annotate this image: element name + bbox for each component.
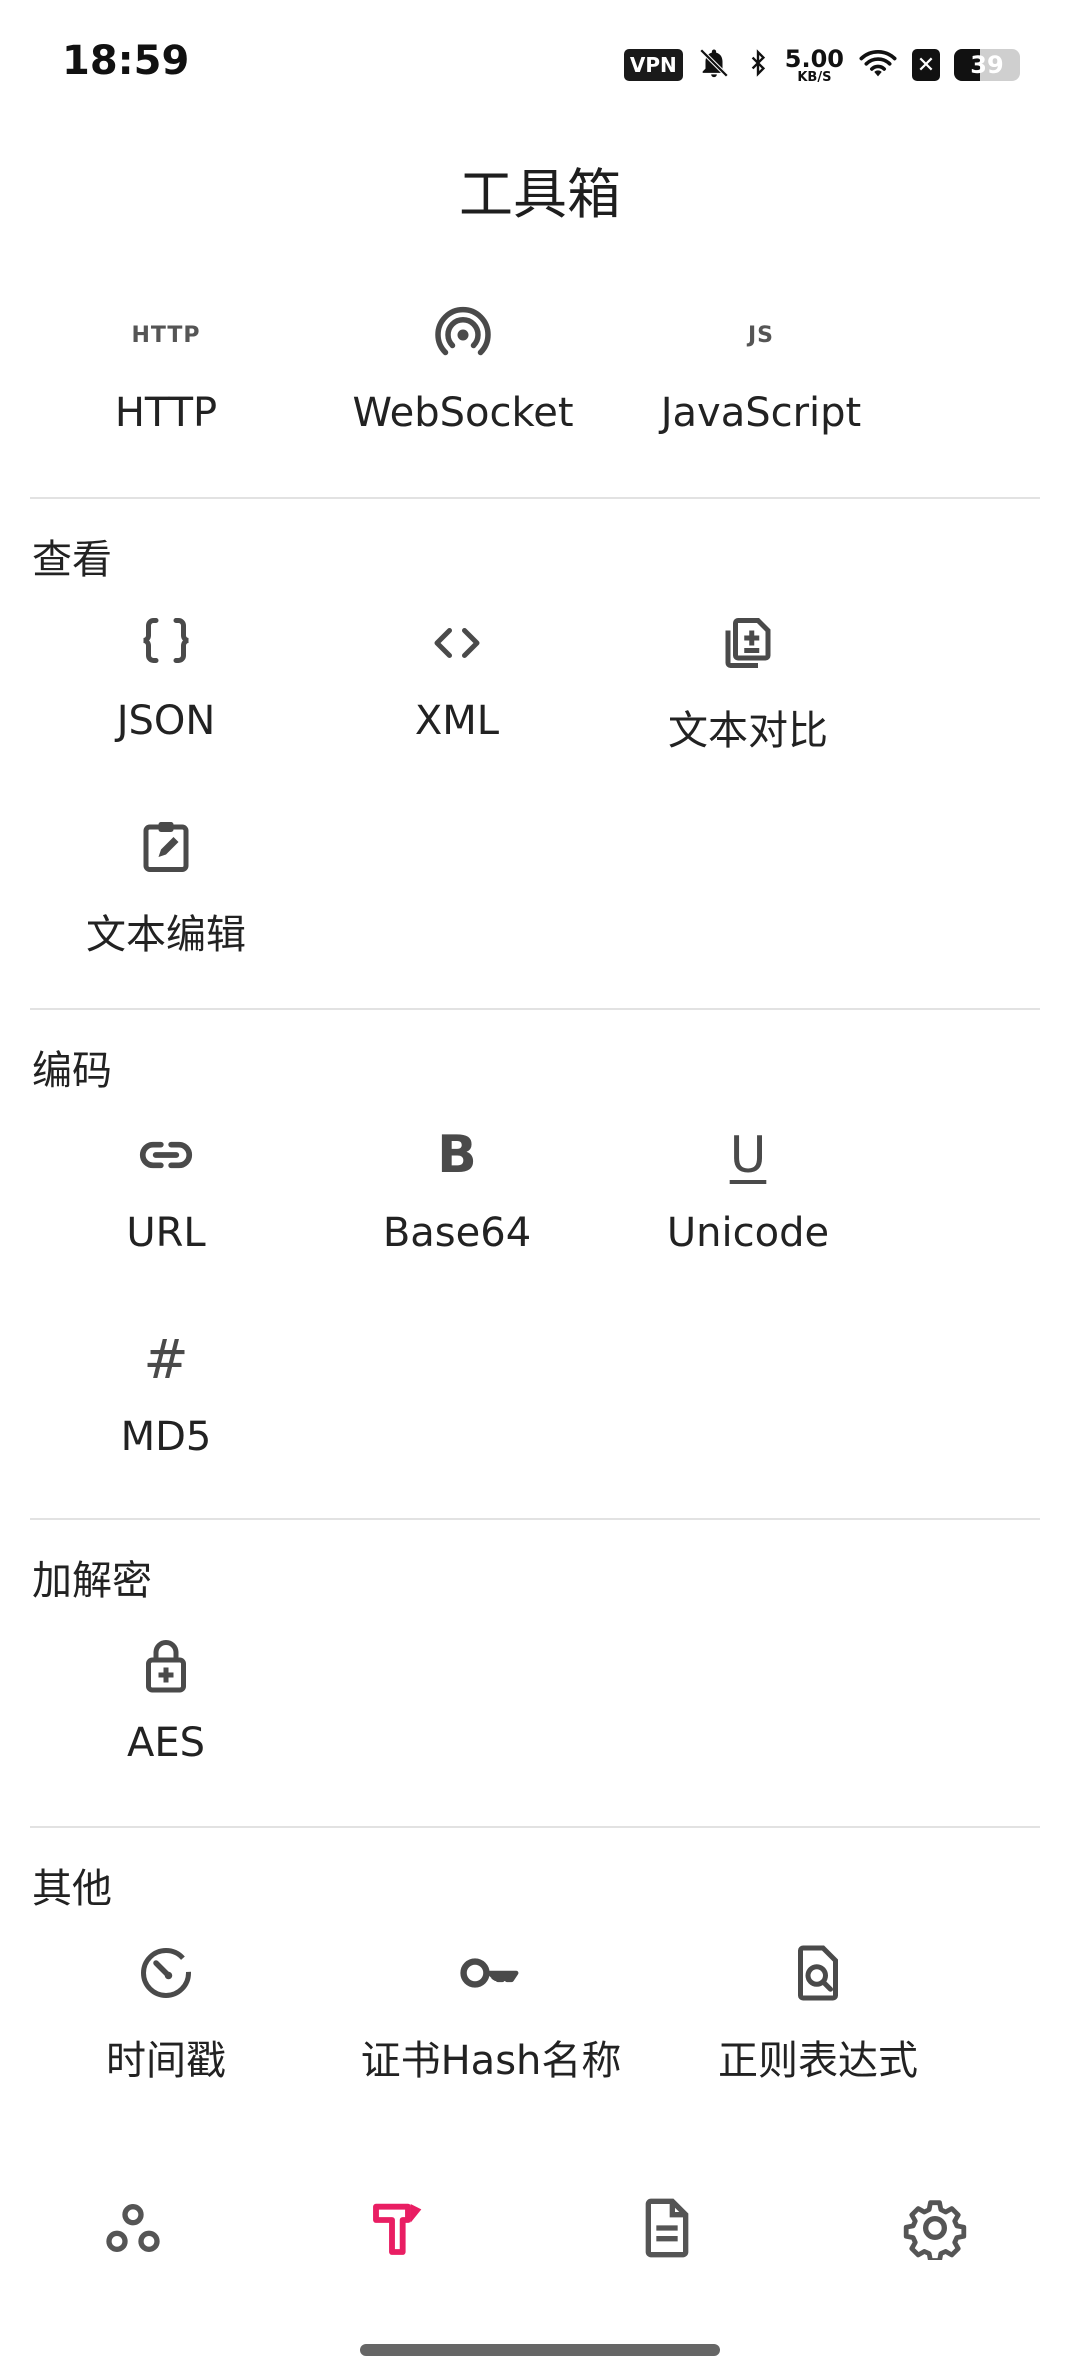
tool-xml[interactable]: XML [307, 608, 607, 744]
tool-text-compare[interactable]: 文本对比 [598, 608, 898, 756]
tool-cert-hash-name[interactable]: 证书Hash名称 [341, 1938, 641, 2086]
bold-b-icon: B [437, 1125, 477, 1185]
battery-indicator: 39 [954, 49, 1020, 81]
section-title-view: 查看 [32, 537, 112, 583]
js-text-icon: JS [747, 322, 775, 348]
tool-label: WebSocket [352, 390, 574, 436]
status-icons: VPN 5.00 KB/S ✕ 39 [623, 40, 1020, 90]
key-icon [341, 1938, 641, 2008]
link-icon [16, 1120, 316, 1190]
tool-label: Base64 [382, 1210, 532, 1256]
tool-label: 文本编辑 [86, 912, 246, 958]
tool-label: HTTP [114, 390, 218, 436]
tool-label: MD5 [120, 1414, 212, 1460]
nav-toolbox-tab[interactable] [360, 2190, 440, 2270]
underline-u-icon: U [729, 1126, 767, 1184]
tool-md5[interactable]: # MD5 [16, 1324, 316, 1461]
tool-label: Unicode [666, 1210, 830, 1256]
tool-label: 文本对比 [668, 708, 828, 754]
nav-settings-tab[interactable] [895, 2190, 975, 2270]
code-brackets-icon [307, 608, 607, 678]
divider [30, 1826, 1040, 1828]
nav-document-tab[interactable] [627, 2190, 707, 2270]
tool-url[interactable]: URL [16, 1120, 316, 1256]
tool-label: 正则表达式 [718, 2038, 918, 2084]
tool-timestamp[interactable]: 时间戳 [16, 1938, 316, 2086]
clipboard-edit-icon [16, 812, 316, 882]
tool-regex[interactable]: 正则表达式 [668, 1938, 968, 2086]
braces-icon [16, 608, 316, 678]
file-search-icon [668, 1938, 968, 2008]
tool-label: AES [126, 1720, 206, 1766]
tool-label: JavaScript [660, 390, 862, 436]
document-icon [635, 2196, 699, 2264]
hash-icon: # [143, 1327, 189, 1391]
divider [30, 1008, 1040, 1010]
tool-javascript[interactable]: JS JavaScript [611, 300, 911, 437]
tool-label: URL [126, 1210, 206, 1256]
wifi-icon [858, 46, 898, 84]
home-indicator[interactable] [360, 2344, 720, 2356]
status-time: 18:59 [62, 38, 190, 84]
tool-http[interactable]: HTTP HTTP [16, 300, 316, 437]
tool-label: JSON [116, 698, 216, 744]
tool-text-edit[interactable]: 文本编辑 [16, 812, 316, 960]
copy-compare-icon [598, 608, 898, 678]
toolbox-hammer-icon [368, 2196, 432, 2264]
tool-aes[interactable]: AES [16, 1630, 316, 1766]
tool-websocket[interactable]: WebSocket [313, 300, 613, 436]
divider [30, 1518, 1040, 1520]
tool-label: XML [414, 698, 500, 744]
bottom-navigation [0, 2170, 1080, 2300]
nav-network-tab[interactable] [93, 2190, 173, 2270]
tool-unicode[interactable]: U Unicode [598, 1120, 898, 1256]
bell-off-icon [697, 46, 731, 84]
tool-json[interactable]: JSON [16, 608, 316, 744]
timer-icon [16, 1938, 316, 2008]
lock-plus-icon [16, 1630, 316, 1700]
section-title-other: 其他 [32, 1866, 112, 1912]
websocket-icon [313, 300, 613, 370]
page-title: 工具箱 [459, 163, 621, 226]
tool-label: 时间戳 [106, 2038, 226, 2084]
http-text-icon: HTTP [131, 322, 201, 348]
tool-base64[interactable]: B Base64 [307, 1120, 607, 1256]
status-bar: 18:59 VPN 5.00 KB/S ✕ 39 [0, 0, 1080, 120]
section-title-encoding: 编码 [32, 1048, 112, 1094]
settings-gear-icon [903, 2196, 967, 2264]
section-title-crypto: 加解密 [32, 1558, 152, 1604]
sim-x-icon: ✕ [912, 49, 940, 81]
tool-label: 证书Hash名称 [360, 2038, 622, 2084]
network-nodes-icon [101, 2196, 165, 2264]
network-speed: 5.00 KB/S [784, 44, 844, 85]
vpn-badge: VPN [623, 49, 683, 81]
divider [30, 497, 1040, 499]
bluetooth-icon [745, 46, 771, 84]
